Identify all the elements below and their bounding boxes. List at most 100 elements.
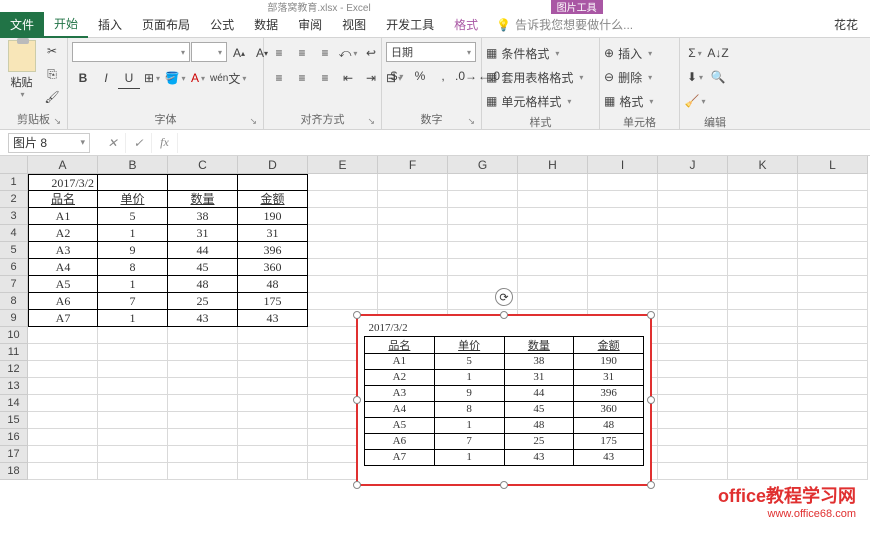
column-header[interactable]: A <box>28 156 98 174</box>
cell[interactable] <box>588 191 658 208</box>
cell[interactable] <box>518 259 588 276</box>
cell[interactable]: A7 <box>28 310 98 327</box>
cell[interactable] <box>728 293 798 310</box>
cell[interactable]: A5 <box>28 276 98 293</box>
formula-input[interactable] <box>178 133 870 153</box>
cell[interactable] <box>448 259 518 276</box>
cell[interactable] <box>238 344 308 361</box>
cell[interactable]: 360 <box>238 259 308 276</box>
cut-button[interactable]: ✂ <box>41 40 63 62</box>
user-name[interactable]: 花花 <box>834 16 858 33</box>
cell[interactable] <box>518 242 588 259</box>
name-box[interactable]: 图片 8 ▾ <box>8 133 90 153</box>
cell[interactable] <box>658 191 728 208</box>
align-bottom-button[interactable]: ≡ <box>314 42 336 64</box>
select-all-corner[interactable] <box>0 156 28 174</box>
autosum-button[interactable]: Σ▾ <box>684 42 706 64</box>
cell[interactable] <box>798 259 868 276</box>
fill-color-button[interactable]: 🪣▾ <box>164 67 186 89</box>
cell[interactable] <box>378 259 448 276</box>
cell[interactable] <box>378 208 448 225</box>
font-size-combo[interactable]: ▾ <box>191 42 227 62</box>
selected-picture[interactable]: ⟳ 2017/3/2品名单价数量金额A1538190A213131A394439… <box>356 314 652 486</box>
cell[interactable] <box>588 208 658 225</box>
cell[interactable] <box>308 276 378 293</box>
font-name-combo[interactable]: ▾ <box>72 42 190 62</box>
tab-page-layout[interactable]: 页面布局 <box>132 12 200 38</box>
cell[interactable] <box>658 208 728 225</box>
column-header[interactable]: F <box>378 156 448 174</box>
cell[interactable] <box>658 344 728 361</box>
cell[interactable] <box>658 310 728 327</box>
tell-me[interactable]: 💡 告诉我您想要做什么... <box>496 16 633 33</box>
cell[interactable] <box>728 208 798 225</box>
cell[interactable] <box>798 208 868 225</box>
italic-button[interactable]: I <box>95 67 117 89</box>
cell[interactable] <box>168 412 238 429</box>
cell[interactable] <box>168 395 238 412</box>
cell[interactable] <box>658 395 728 412</box>
cell[interactable]: 品名 <box>28 191 98 208</box>
format-cells-button[interactable]: ▦ 格式▾ <box>604 90 653 112</box>
column-header[interactable]: G <box>448 156 518 174</box>
cell[interactable] <box>588 293 658 310</box>
cell[interactable] <box>28 463 98 480</box>
cell[interactable] <box>728 191 798 208</box>
orientation-button[interactable]: ⤺▾ <box>337 42 359 64</box>
cell[interactable] <box>168 463 238 480</box>
insert-function-button[interactable]: fx <box>152 133 178 153</box>
accounting-format-button[interactable]: $▾ <box>386 65 408 87</box>
cell[interactable]: A3 <box>28 242 98 259</box>
cell[interactable] <box>798 191 868 208</box>
row-header[interactable]: 9 <box>0 310 28 327</box>
cell[interactable] <box>238 378 308 395</box>
column-header[interactable]: J <box>658 156 728 174</box>
cell[interactable]: 190 <box>238 208 308 225</box>
enter-button[interactable]: ✓ <box>126 133 152 153</box>
cell[interactable] <box>518 276 588 293</box>
cell[interactable] <box>98 174 168 191</box>
column-header[interactable]: C <box>168 156 238 174</box>
cell[interactable]: 1 <box>98 225 168 242</box>
row-header[interactable]: 8 <box>0 293 28 310</box>
conditional-formatting-button[interactable]: ▦ 条件格式▾ <box>486 42 559 64</box>
cell[interactable] <box>798 344 868 361</box>
cell[interactable] <box>658 446 728 463</box>
column-headers[interactable]: ABCDEFGHIJKL <box>28 156 868 174</box>
row-headers[interactable]: 123456789101112131415161718 <box>0 174 28 480</box>
cell[interactable] <box>798 310 868 327</box>
row-header[interactable]: 13 <box>0 378 28 395</box>
cell[interactable] <box>238 327 308 344</box>
cell[interactable] <box>448 242 518 259</box>
cell[interactable] <box>98 378 168 395</box>
align-right-button[interactable]: ≡ <box>314 67 336 89</box>
number-format-combo[interactable]: 日期▾ <box>386 42 476 62</box>
tab-review[interactable]: 审阅 <box>288 12 332 38</box>
resize-handle[interactable] <box>500 481 508 489</box>
cell[interactable] <box>378 293 448 310</box>
cell[interactable] <box>798 412 868 429</box>
cell[interactable] <box>518 293 588 310</box>
cell[interactable] <box>728 327 798 344</box>
cell[interactable] <box>98 446 168 463</box>
cell[interactable] <box>728 310 798 327</box>
cell[interactable]: 43 <box>168 310 238 327</box>
cell[interactable] <box>658 378 728 395</box>
cell[interactable] <box>308 174 378 191</box>
cell[interactable] <box>308 191 378 208</box>
cell[interactable] <box>728 174 798 191</box>
tab-format[interactable]: 格式 <box>444 12 488 38</box>
cell[interactable] <box>28 429 98 446</box>
cell[interactable] <box>28 378 98 395</box>
cell[interactable] <box>168 361 238 378</box>
tab-data[interactable]: 数据 <box>244 12 288 38</box>
cell[interactable] <box>798 378 868 395</box>
cell[interactable]: 1 <box>98 310 168 327</box>
row-header[interactable]: 16 <box>0 429 28 446</box>
cell[interactable] <box>658 293 728 310</box>
cell[interactable] <box>28 344 98 361</box>
cell[interactable]: 单价 <box>98 191 168 208</box>
cell[interactable] <box>518 208 588 225</box>
clear-button[interactable]: 🧹▾ <box>684 90 706 112</box>
cell[interactable] <box>378 191 448 208</box>
